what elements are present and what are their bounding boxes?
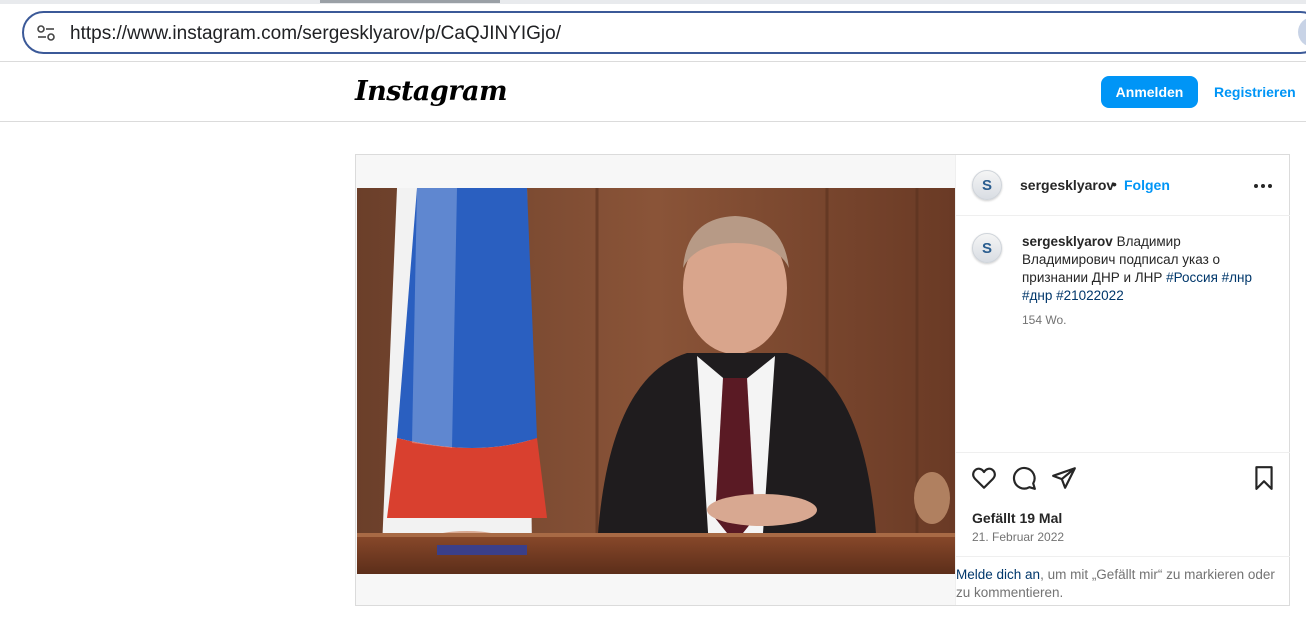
browser-toolbar: https://www.instagram.com/sergesklyarov/… [0, 0, 1306, 62]
instagram-logo[interactable]: Instagram [355, 76, 508, 107]
post-header: S sergesklyarov • Folgen [956, 155, 1290, 216]
comment-icon[interactable] [1011, 465, 1037, 491]
post-date[interactable]: 21. Februar 2022 [972, 530, 1064, 544]
instagram-header: Instagram Anmelden Registrieren [0, 62, 1306, 122]
post-username[interactable]: sergesklyarov [1020, 177, 1114, 193]
url-text[interactable]: https://www.instagram.com/sergesklyarov/… [70, 23, 561, 45]
hashtag[interactable]: #21022022 [1056, 288, 1124, 303]
login-prompt: Melde dich an, um mit „Gefällt mir“ zu m… [956, 556, 1290, 605]
active-tab-indicator[interactable] [320, 0, 500, 3]
caption-timestamp[interactable]: 154 Wo. [1022, 313, 1066, 327]
bookmark-icon[interactable] [1251, 465, 1277, 491]
login-button[interactable]: Anmelden [1101, 76, 1198, 108]
tab-strip [0, 0, 1306, 4]
post-caption: sergesklyarov Владимир Владимирович подп… [1022, 233, 1270, 305]
post-sidebar: S sergesklyarov • Folgen S sergesklyarov… [955, 155, 1290, 605]
caption-username[interactable]: sergesklyarov [1022, 234, 1113, 249]
post-photo[interactable] [357, 188, 955, 574]
register-link[interactable]: Registrieren [1214, 84, 1296, 100]
caption-avatar[interactable]: S [972, 233, 1002, 263]
post-media [356, 155, 955, 605]
post-image-illustration [357, 188, 955, 574]
more-horizontal-icon[interactable] [1252, 175, 1274, 197]
tune-icon[interactable] [36, 24, 56, 42]
heart-icon[interactable] [971, 465, 997, 491]
post-actions [956, 452, 1290, 502]
post-card: S sergesklyarov • Folgen S sergesklyarov… [355, 154, 1290, 606]
separator-dot: • [1112, 176, 1117, 192]
address-bar[interactable]: https://www.instagram.com/sergesklyarov/… [22, 11, 1306, 54]
hashtag[interactable]: #лнр [1222, 270, 1252, 285]
hashtag[interactable]: #днр [1022, 288, 1052, 303]
share-icon[interactable] [1051, 465, 1077, 491]
likes-count[interactable]: Gefällt 19 Mal [972, 510, 1062, 526]
follow-button[interactable]: Folgen [1124, 177, 1170, 193]
avatar[interactable]: S [972, 170, 1002, 200]
hashtag[interactable]: #Россия [1166, 270, 1218, 285]
login-prompt-link[interactable]: Melde dich an [956, 567, 1040, 582]
